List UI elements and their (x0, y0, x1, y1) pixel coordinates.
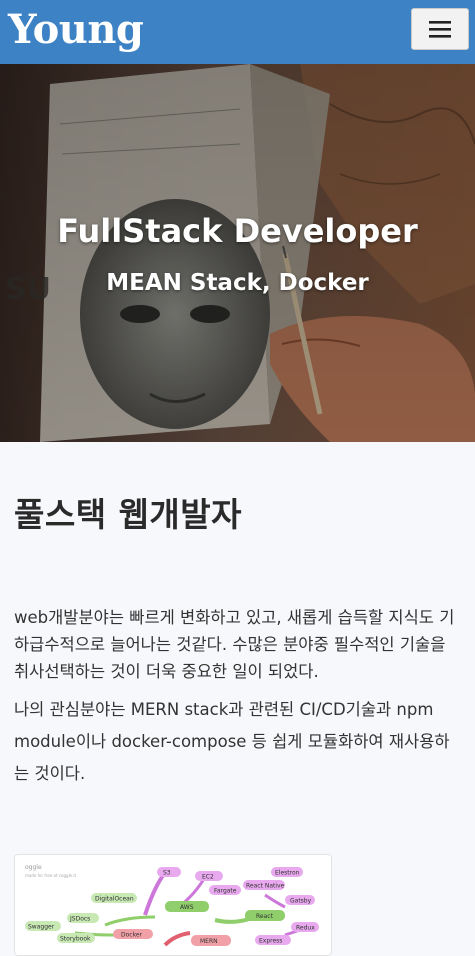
top-navbar: Young (0, 0, 475, 64)
svg-text:DigitalOcean: DigitalOcean (95, 896, 134, 903)
brand-logo[interactable]: Young (8, 2, 144, 58)
mindmap-header: oggle (25, 864, 42, 871)
mindmap-graphic: oggle made for free at coggle.it S3 EC2 … (25, 864, 319, 947)
hero-title: FullStack Developer (57, 212, 418, 250)
svg-text:React: React (256, 913, 274, 920)
svg-text:Storybook: Storybook (60, 936, 91, 943)
hamburger-menu-button[interactable] (411, 8, 469, 50)
interest-paragraph: 나의 관심분야는 MERN stack과 관련된 CI/CD기술과 npm mo… (14, 700, 450, 783)
intro-paragraph: web개발분야는 빠르게 변화하고 있고, 새롭게 습득할 지식도 기하급수적으… (14, 608, 455, 681)
svg-text:Elestron: Elestron (275, 870, 300, 877)
svg-text:JSDocs: JSDocs (69, 916, 90, 923)
section-title: 풀스택 웹개발자 (14, 495, 243, 534)
hero-background-photo: SU (0, 64, 475, 442)
svg-text:Swagger: Swagger (28, 924, 55, 931)
svg-text:Gatsby: Gatsby (290, 898, 312, 905)
hero-subtitle: MEAN Stack, Docker (106, 270, 369, 296)
mindmap-nodes: S3 EC2 Fargate AWS DigitalOcean Elestron… (25, 867, 319, 946)
svg-text:MERN: MERN (200, 938, 218, 945)
mindmap-subheader: made for free at coggle.it (25, 873, 77, 878)
svg-text:Docker: Docker (121, 932, 143, 939)
hero-banner: SU FullStack Developer MEAN Stack, Docke… (0, 64, 475, 442)
svg-text:AWS: AWS (180, 904, 194, 911)
svg-text:EC2: EC2 (202, 874, 214, 881)
tech-mindmap-image: oggle made for free at coggle.it S3 EC2 … (14, 854, 332, 956)
svg-text:Redux: Redux (296, 925, 315, 932)
svg-text:S3: S3 (163, 870, 171, 877)
hamburger-menu-icon (429, 21, 451, 38)
svg-text:React Native: React Native (246, 883, 285, 890)
svg-text:Express: Express (259, 938, 282, 945)
svg-text:Fargate: Fargate (214, 888, 237, 895)
